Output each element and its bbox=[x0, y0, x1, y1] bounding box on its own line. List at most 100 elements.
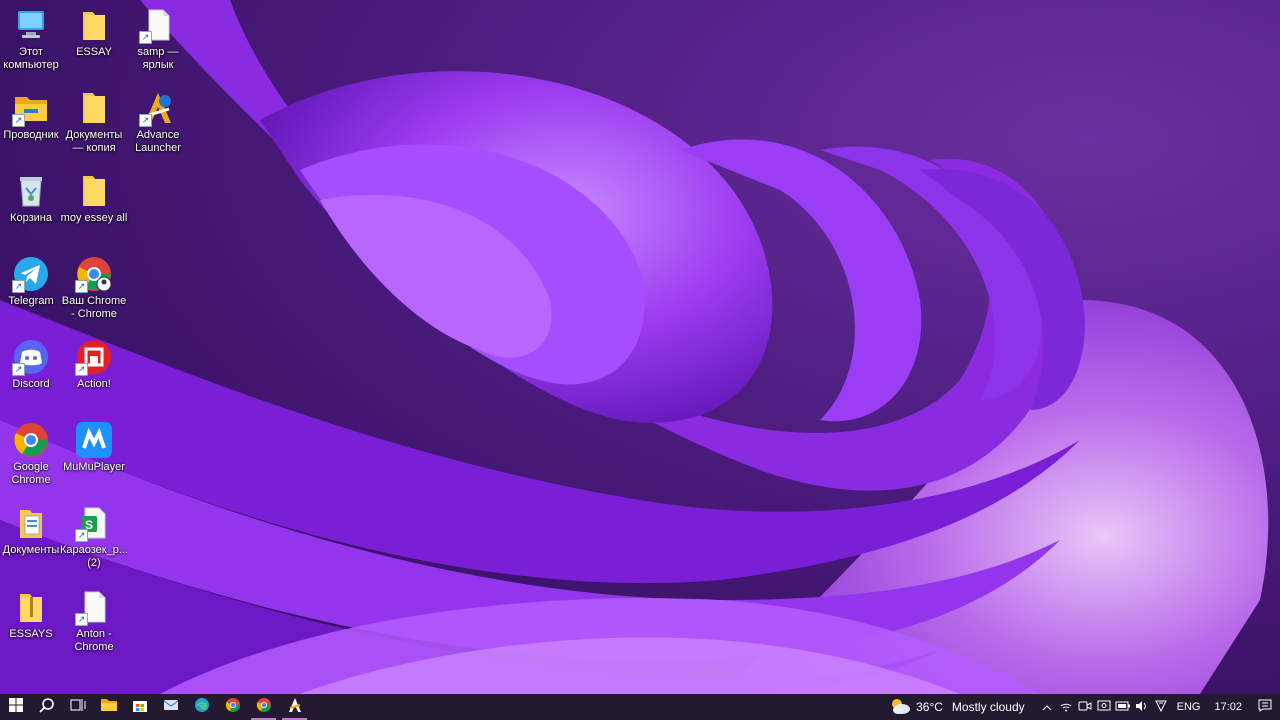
desktop-icon-recycle-bin[interactable]: Корзина bbox=[0, 172, 66, 225]
taskbar-edge[interactable] bbox=[186, 694, 217, 720]
telegram-icon: ↗ bbox=[12, 255, 50, 293]
desktop-icon-telegram[interactable]: ↗ Telegram bbox=[0, 255, 66, 308]
taskbar-chrome-active[interactable] bbox=[248, 694, 279, 720]
desktop-icon-mumuplayer[interactable]: MuMuPlayer bbox=[59, 421, 129, 474]
partly-cloudy-icon bbox=[889, 697, 911, 718]
edge-icon bbox=[194, 697, 210, 718]
shortcut-arrow-icon: ↗ bbox=[139, 114, 152, 127]
screen-icon bbox=[1097, 700, 1111, 715]
desktop-icon-documents[interactable]: Документы bbox=[0, 504, 66, 557]
show-hidden-icons-button[interactable] bbox=[1038, 694, 1057, 720]
weather-condition: Mostly cloudy bbox=[951, 700, 1025, 714]
start-icon bbox=[8, 697, 23, 717]
spreadsheet-icon: S ↗ bbox=[75, 504, 113, 542]
desktop-icon-label: Ваш Chrome - Chrome bbox=[61, 295, 127, 320]
chrome-profile-icon: ↗ bbox=[75, 255, 113, 293]
task-view-button[interactable] bbox=[62, 694, 93, 720]
desktop-icon-label: ESSAY bbox=[76, 46, 112, 58]
file-icon: ↗ bbox=[139, 6, 177, 44]
wifi-icon bbox=[1059, 700, 1073, 715]
desktop-icon-label: Advance Launcher bbox=[135, 129, 181, 154]
folder-icon bbox=[75, 172, 113, 210]
desktop-icon-google-chrome[interactable]: Google Chrome bbox=[0, 421, 66, 487]
language-indicator: ENG bbox=[1176, 701, 1201, 713]
search-button[interactable] bbox=[31, 694, 62, 720]
desktop-icon-explorer[interactable]: ↗ Проводник bbox=[0, 89, 66, 142]
computer-icon bbox=[12, 6, 50, 44]
shortcut-arrow-icon: ↗ bbox=[139, 31, 152, 44]
desktop-icon-documents-copy[interactable]: Документы — копия bbox=[59, 89, 129, 155]
task-view-icon bbox=[70, 698, 86, 717]
chrome-icon bbox=[12, 421, 50, 459]
mumuplayer-icon bbox=[75, 421, 113, 459]
chrome-icon bbox=[256, 697, 272, 718]
desktop-icon-discord[interactable]: ↗ Discord bbox=[0, 338, 66, 391]
camera-icon bbox=[1078, 700, 1092, 715]
taskbar-advance-launcher[interactable] bbox=[279, 694, 310, 720]
notification-icon bbox=[1258, 699, 1272, 715]
weather-temperature: 36°C bbox=[916, 700, 943, 714]
advance-launcher-icon bbox=[287, 697, 303, 718]
action-center-button[interactable] bbox=[1250, 694, 1280, 720]
clock[interactable]: 17:02 bbox=[1206, 694, 1250, 720]
folder-icon bbox=[75, 6, 113, 44]
desktop-icon-samp[interactable]: ↗ samp — ярлык bbox=[123, 6, 193, 72]
tray-volume[interactable] bbox=[1133, 694, 1152, 720]
shortcut-arrow-icon: ↗ bbox=[75, 529, 88, 542]
recycle-bin-icon bbox=[12, 172, 50, 210]
tray-network[interactable] bbox=[1057, 694, 1076, 720]
desktop-icon-label: ESSAYS bbox=[9, 628, 53, 640]
desktop-icon-label: Документы bbox=[2, 544, 60, 556]
documents-folder-icon bbox=[12, 504, 50, 542]
taskbar: 36°C Mostly cloudy ENG 17:02 bbox=[0, 694, 1280, 720]
system-tray: 36°C Mostly cloudy ENG 17:02 bbox=[889, 694, 1280, 720]
shortcut-arrow-icon: ↗ bbox=[75, 363, 88, 376]
desktop-icon-advance-launcher[interactable]: ↗ Advance Launcher bbox=[123, 89, 193, 155]
tray-display[interactable] bbox=[1095, 694, 1114, 720]
desktop-icon-label: Anton - Chrome bbox=[74, 628, 114, 653]
desktop-icon-label: Этот компьютер bbox=[3, 46, 59, 71]
start-button[interactable] bbox=[0, 694, 31, 720]
desktop-icon-moy-essey[interactable]: moy essey all bbox=[59, 172, 129, 225]
tray-camera[interactable] bbox=[1076, 694, 1095, 720]
desktop-icon-essays[interactable]: ESSAYS bbox=[0, 588, 66, 641]
taskbar-file-explorer[interactable] bbox=[93, 694, 124, 720]
shortcut-arrow-icon: ↗ bbox=[12, 280, 25, 293]
taskbar-chrome[interactable] bbox=[217, 694, 248, 720]
file-explorer-icon: ↗ bbox=[12, 89, 50, 127]
tray-vpn[interactable] bbox=[1152, 694, 1171, 720]
desktop-icon-essay[interactable]: ESSAY bbox=[59, 6, 129, 59]
battery-icon bbox=[1115, 700, 1131, 714]
taskbar-store[interactable] bbox=[124, 694, 155, 720]
desktop-icon-chrome-profile[interactable]: ↗ Ваш Chrome - Chrome bbox=[59, 255, 129, 321]
desktop-icon-this-pc[interactable]: Этот компьютер bbox=[0, 6, 66, 72]
shortcut-arrow-icon: ↗ bbox=[12, 114, 25, 127]
action-icon: ↗ bbox=[75, 338, 113, 376]
desktop-icon-action[interactable]: ↗ Action! bbox=[59, 338, 129, 391]
desktop-icon-label: Action! bbox=[77, 378, 111, 390]
speaker-icon bbox=[1135, 700, 1149, 715]
zip-folder-icon bbox=[12, 588, 50, 626]
file-explorer-icon bbox=[100, 698, 117, 717]
tray-battery[interactable] bbox=[1114, 694, 1133, 720]
desktop-icon-label: Документы — копия bbox=[65, 129, 123, 154]
tray-input-language[interactable]: ENG bbox=[1171, 694, 1207, 720]
desktop-icon-label: MuMuPlayer bbox=[63, 461, 125, 473]
shortcut-arrow-icon: ↗ bbox=[75, 613, 88, 626]
desktop-icon-label: Telegram bbox=[8, 295, 54, 307]
chevron-up-icon bbox=[1042, 700, 1052, 714]
desktop-icon-karaozek[interactable]: S ↗ Караозек_р... (2) bbox=[59, 504, 129, 570]
weather-widget[interactable]: 36°C Mostly cloudy bbox=[889, 697, 1038, 718]
desktop-icon-anton-chrome[interactable]: ↗ Anton - Chrome bbox=[59, 588, 129, 654]
search-icon bbox=[38, 697, 55, 718]
desktop-icon-label: Караозек_р... (2) bbox=[59, 544, 128, 569]
desktop-icon-label: Google Chrome bbox=[11, 461, 51, 486]
discord-icon: ↗ bbox=[12, 338, 50, 376]
desktop-icon-label: Проводник bbox=[3, 129, 59, 141]
file-icon: ↗ bbox=[75, 588, 113, 626]
shortcut-arrow-icon: ↗ bbox=[75, 280, 88, 293]
chrome-icon bbox=[225, 697, 241, 718]
desktop-icon-label: Корзина bbox=[10, 212, 52, 224]
taskbar-mail[interactable] bbox=[155, 694, 186, 720]
mail-icon bbox=[163, 698, 179, 717]
